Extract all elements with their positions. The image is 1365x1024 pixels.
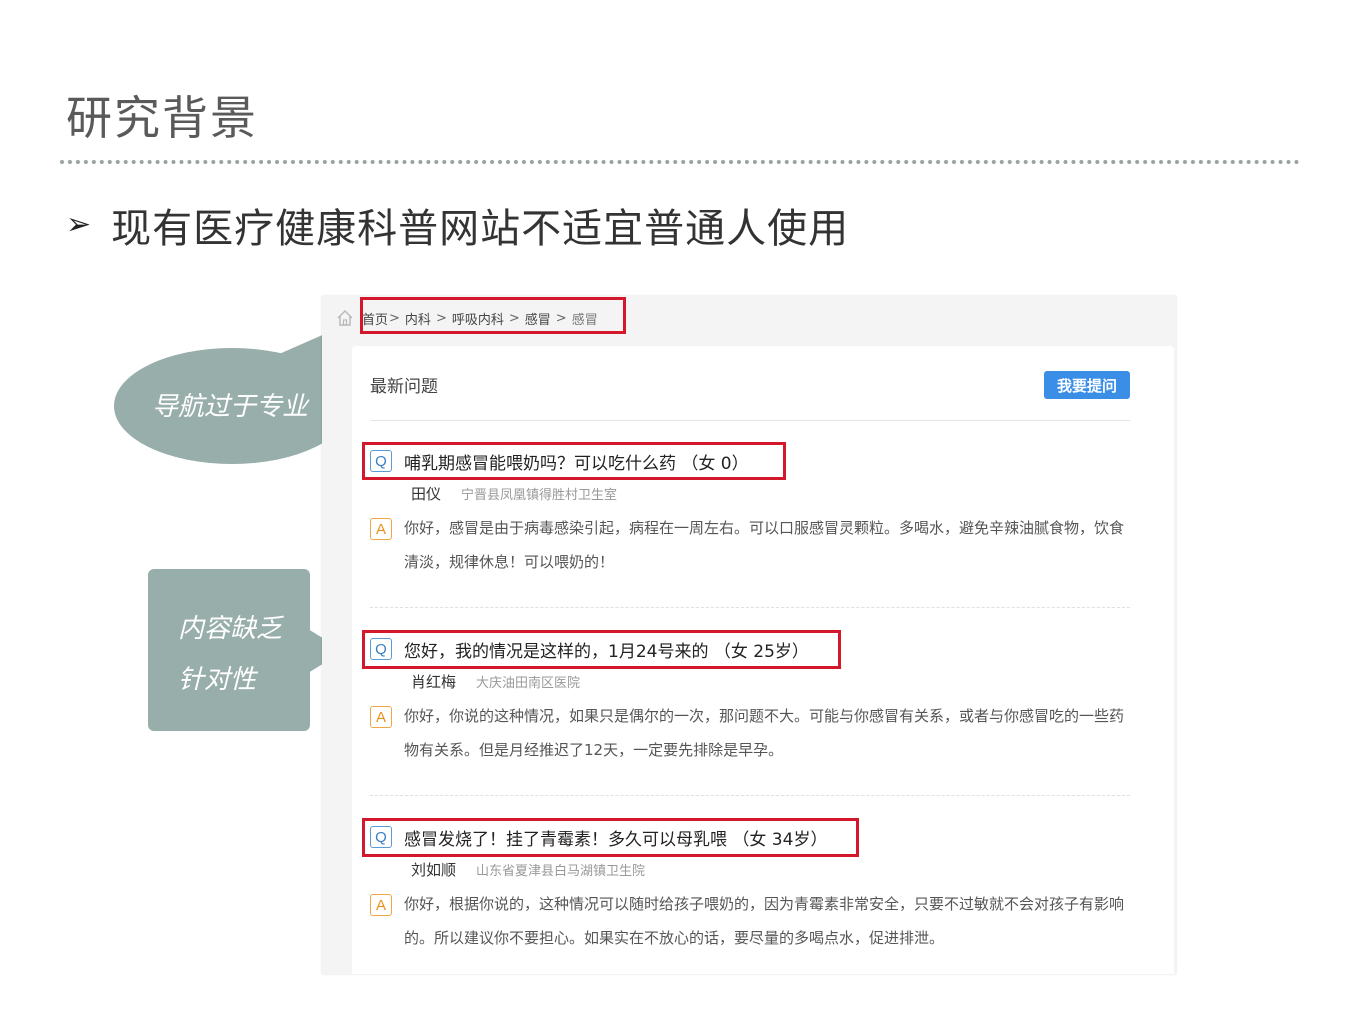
breadcrumb-highlight-box [360, 297, 626, 334]
hospital-name: 大庆油田南区医院 [476, 676, 581, 691]
item-divider [370, 795, 1130, 796]
bullet-point: ➢ 现有医疗健康科普网站不适宜普通人使用 [66, 196, 849, 254]
content-callout-line1: 内容缺乏 [178, 614, 283, 644]
nav-callout-text: 导航过于专业 [152, 392, 309, 422]
header-divider [370, 420, 1130, 421]
ask-question-button[interactable]: 我要提问 [1044, 371, 1130, 399]
section-title: 最新问题 [370, 377, 438, 397]
slide-title: 研究背景 [66, 91, 258, 145]
doctor-name[interactable]: 刘如顺 [411, 859, 456, 880]
title-divider [60, 160, 1300, 164]
answer-badge-icon: A [370, 706, 392, 728]
hospital-name: 山东省夏津县白马湖镇卫生院 [476, 864, 646, 879]
home-icon[interactable] [336, 309, 354, 327]
doctor-name[interactable]: 肖红梅 [411, 671, 456, 692]
question-highlight-box [362, 818, 859, 857]
bullet-text: 现有医疗健康科普网站不适宜普通人使用 [111, 206, 850, 252]
content-callout-line2: 针对性 [178, 665, 257, 695]
question-highlight-box [362, 442, 786, 480]
arrowhead-bullet-icon: ➢ [66, 207, 92, 242]
hospital-name: 宁晋县凤凰镇得胜村卫生室 [461, 488, 618, 503]
doctor-name[interactable]: 田仪 [411, 483, 441, 504]
content-callout-shape [148, 569, 344, 731]
answer-text: 你好，感冒是由于病毒感染引起，病程在一周左右。可以口服感冒灵颗粒。多喝水，避免辛… [404, 519, 1125, 571]
question-highlight-box [362, 630, 841, 669]
answer-badge-icon: A [370, 894, 392, 916]
answer-text: 你好，根据你说的，这种情况可以随时给孩子喂奶的，因为青霉素非常安全，只要不过敏就… [404, 895, 1125, 947]
item-divider [370, 607, 1130, 608]
answer-text: 你好，你说的这种情况，如果只是偶尔的一次，那问题不大。可能与你感冒有关系，或者与… [404, 707, 1125, 759]
answer-badge-icon: A [370, 518, 392, 540]
